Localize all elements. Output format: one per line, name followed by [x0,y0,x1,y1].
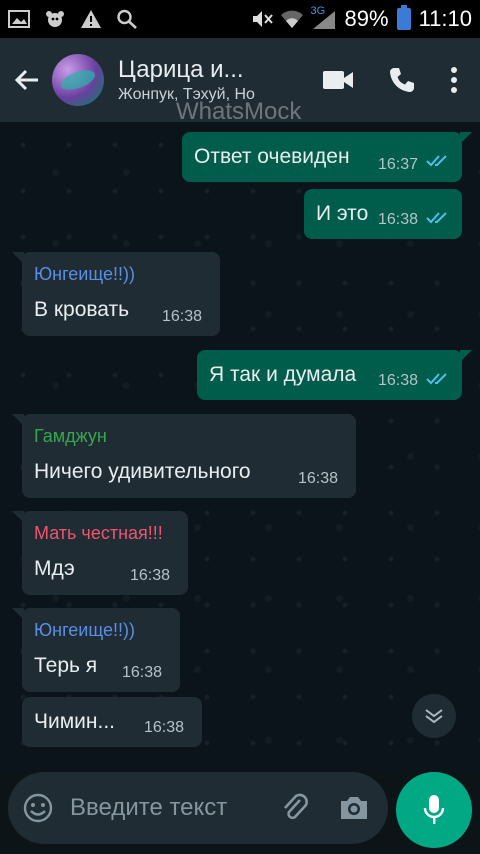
watermark: WhatsMock [176,98,302,125]
bear-icon [46,11,64,27]
voice-call-icon[interactable] [388,66,416,94]
microphone-icon [423,795,445,824]
video-call-icon[interactable] [322,69,354,91]
message-list[interactable]: Ответ очевиден 16:37 И это 16:38 Юнгеище… [0,122,480,772]
double-chevron-down-icon [425,709,443,724]
message-composer: Введите текст [8,772,388,844]
message-time: 16:38 [298,470,339,487]
battery-icon [396,5,411,30]
message-time: 16:38 [378,211,419,228]
read-ticks-icon [426,212,447,224]
message-bubble-outgoing[interactable]: Ответ очевиден 16:37 [182,132,472,182]
message-input[interactable]: Введите текст [70,794,227,822]
clock: 11:10 [418,6,472,31]
back-arrow-icon [14,69,38,91]
camera-icon[interactable] [338,794,370,822]
message-text: В кровать [34,298,130,321]
back-button[interactable] [12,65,42,95]
message-text: Чимин... [34,710,115,733]
gallery-icon [8,10,30,28]
message-text: Мдэ [34,557,75,580]
message-bubble-incoming[interactable]: Мать честная!!! Мдэ 16:38 [12,511,188,595]
emoji-icon[interactable] [22,792,54,824]
message-sender: Гамджун [34,426,107,446]
message-text: И это [316,202,369,225]
message-time: 16:38 [122,664,163,681]
search-icon [117,9,137,29]
more-icon[interactable] [450,66,458,94]
message-bubble-incoming[interactable]: Юнгеище!!)) Терь я 16:38 [12,608,180,692]
warning-icon [81,10,101,28]
message-text: Ответ очевиден [194,145,350,168]
message-text: Я так и думала [209,363,357,386]
mute-icon [252,11,273,27]
scroll-to-bottom-button[interactable] [412,694,456,738]
message-time: 16:38 [162,308,203,325]
group-avatar[interactable] [52,54,104,106]
signal-icon: 3G [310,5,337,30]
message-bubble-outgoing[interactable]: И это 16:38 [304,189,462,239]
message-bubble-incoming[interactable]: Гамджун Ничего удивительного 16:38 [12,414,356,498]
chat-info[interactable]: Царица и... Жонпук, Тэхуй, Но [118,56,276,104]
chat-title: Царица и... [118,56,244,83]
message-bubble-incoming[interactable]: Юнгеище!!)) В кровать 16:38 [12,252,220,336]
message-time: 16:38 [144,719,185,736]
message-text: Ничего удивительного [34,460,251,483]
read-ticks-icon [426,155,447,167]
battery-percent: 89% [344,6,389,31]
status-bar: 3G 89% 11:10 [0,0,480,38]
message-time: 16:38 [130,567,171,584]
message-sender: Мать честная!!! [34,523,163,543]
voice-message-button[interactable] [396,772,472,848]
message-bubble-incoming[interactable]: Чимин... 16:38 [22,697,202,747]
attach-icon[interactable] [280,792,310,824]
message-sender: Юнгеище!!)) [34,620,135,640]
read-ticks-icon [426,373,447,385]
network-label: 3G [310,5,326,17]
wifi-icon [280,10,303,28]
message-sender: Юнгеище!!)) [34,264,135,284]
message-time: 16:37 [378,156,419,173]
message-text: Терь я [34,654,98,677]
message-bubble-outgoing[interactable]: Я так и думала 16:38 [197,350,472,400]
message-time: 16:38 [378,372,419,389]
